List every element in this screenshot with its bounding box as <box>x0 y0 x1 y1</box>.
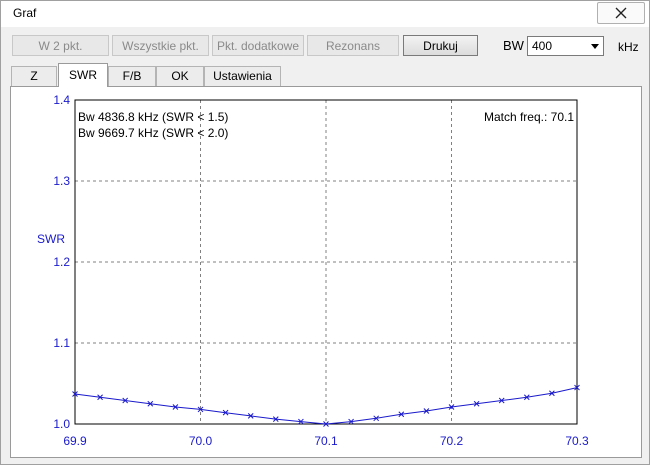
bandwidth-annotation-2-0: Bw 9669.7 kHz (SWR < 2.0) <box>78 126 228 140</box>
y-tick-label: 1.0 <box>53 417 70 431</box>
y-tick-label: 1.4 <box>53 93 70 107</box>
x-tick-label: 69.9 <box>63 434 87 448</box>
y-tick-label: 1.1 <box>53 336 70 350</box>
graph-window: Graf W 2 pkt. Wszystkie pkt. Pkt. dodatk… <box>0 0 650 465</box>
x-tick-label: 70.1 <box>314 434 338 448</box>
y-tick-label: 1.3 <box>53 174 70 188</box>
x-tick-label: 70.3 <box>565 434 589 448</box>
match-frequency-annotation: Match freq.: 70.1 <box>484 110 574 124</box>
tab-swr[interactable]: SWR <box>58 63 108 87</box>
x-tick-label: 70.2 <box>440 434 464 448</box>
y-axis-label: SWR <box>37 232 65 246</box>
bandwidth-annotation-1-5: Bw 4836.8 kHz (SWR < 1.5) <box>78 110 228 124</box>
y-tick-label: 1.2 <box>53 255 70 269</box>
x-tick-label: 70.0 <box>189 434 213 448</box>
